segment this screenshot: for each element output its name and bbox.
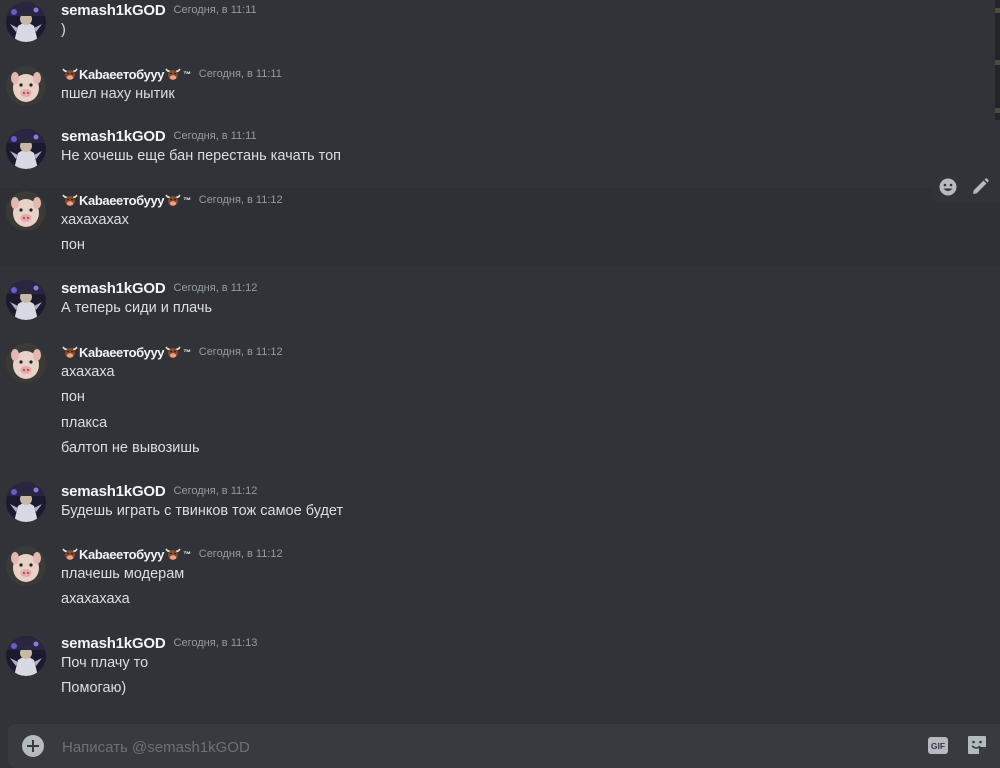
username[interactable]: semash1kGOD — [61, 280, 166, 297]
bull-face-icon — [62, 548, 78, 560]
avatar-image — [6, 343, 46, 383]
username-text: Kabaeeтобуyy — [79, 192, 165, 208]
message-text: плакса — [61, 414, 108, 431]
message-header: Kabaeeтобуyy ™ Сегодня, в 11:12 — [61, 544, 283, 564]
message-group: Kabaeeтобуyy ™ Сегодня, в 11:11 пшел наху … — [0, 63, 1000, 116]
message-text: плачешь модерам — [61, 566, 185, 582]
message-text: Будешь играть с твинков тож самое будет — [61, 503, 344, 519]
avatar-image — [6, 191, 46, 231]
message-text: ахахахаха — [61, 591, 130, 608]
message-header: Kabaeeтобуyy ™ Сегодня, в 11:12 — [61, 190, 283, 210]
trademark-symbol: ™ — [183, 347, 191, 357]
sticker-icon[interactable] — [966, 734, 988, 756]
trademark-symbol: ™ — [183, 195, 191, 205]
avatar[interactable] — [6, 343, 46, 383]
avatar-image — [6, 482, 46, 522]
message-composer: GIF — [8, 724, 1000, 768]
message-group: Kabaeeтобуyy ™ Сегодня, в 11:12 хахахахах п… — [0, 188, 1000, 267]
trademark-symbol: ™ — [183, 549, 191, 559]
message-header: semash1kGOD Сегодня, в 11:11 — [61, 126, 257, 146]
timestamp[interactable]: Сегодня, в 11:12 — [174, 282, 258, 294]
username[interactable]: Kabaeeтобуyy ™ — [61, 345, 191, 360]
bull-face-icon — [62, 68, 78, 80]
message-group: Kabaeeтобуyy ™ Сегодня, в 11:12 ахахаха пон… — [0, 341, 1000, 470]
message-text: ) — [61, 22, 66, 38]
message-text: пшел наху нытик — [61, 86, 175, 102]
avatar-image — [6, 636, 46, 676]
username[interactable]: semash1kGOD — [61, 128, 166, 145]
message-header: semash1kGOD Сегодня, в 11:12 — [61, 481, 257, 501]
timestamp[interactable]: Сегодня, в 11:11 — [199, 68, 282, 80]
message-header: semash1kGOD Сегодня, в 11:11 — [61, 0, 257, 20]
bull-face-icon — [165, 194, 181, 206]
bull-face-icon — [165, 68, 181, 80]
username[interactable]: semash1kGOD — [61, 2, 166, 19]
bull-face-icon — [62, 346, 78, 358]
bull-face-icon — [62, 194, 78, 206]
username[interactable]: semash1kGOD — [61, 635, 166, 652]
bull-face-icon — [165, 548, 181, 560]
gif-button[interactable]: GIF — [928, 737, 948, 754]
message-header: semash1kGOD Сегодня, в 11:13 — [61, 633, 257, 653]
message-group: semash1kGOD Сегодня, в 11:11 Не хочешь еще… — [0, 126, 1000, 179]
avatar[interactable] — [6, 66, 46, 106]
username[interactable]: Kabaeeтобуyy ™ — [61, 67, 191, 82]
username[interactable]: semash1kGOD — [61, 483, 166, 500]
message-group: semash1kGOD Сегодня, в 11:13 Поч плачу то П… — [0, 632, 1000, 711]
chat-window: semash1kGOD Сегодня, в 11:11) Kabaeeтобуy… — [0, 0, 1000, 768]
avatar[interactable] — [6, 280, 46, 320]
avatar[interactable] — [6, 191, 46, 231]
message-group: semash1kGOD Сегодня, в 11:12 А теперь сиди… — [0, 278, 1000, 331]
avatar[interactable] — [6, 482, 46, 522]
timestamp[interactable]: Сегодня, в 11:12 — [199, 346, 283, 358]
emoji-icon — [939, 178, 957, 196]
message-text: Поч плачу то — [61, 655, 149, 671]
message-header: Kabaeeтобуyy ™ Сегодня, в 11:11 — [61, 64, 282, 84]
pencil-icon — [973, 178, 989, 194]
avatar-image — [6, 66, 46, 106]
timestamp[interactable]: Сегодня, в 11:12 — [199, 548, 283, 560]
bull-face-icon — [165, 346, 181, 358]
timestamp[interactable]: Сегодня, в 11:12 — [174, 485, 258, 497]
trademark-symbol: ™ — [183, 69, 191, 79]
avatar-image — [6, 2, 46, 42]
message-text: А теперь сиди и плачь — [61, 300, 213, 316]
username-text: Kabaeeтобуyy — [79, 344, 165, 360]
scrollbar-edge — [995, 0, 1000, 120]
avatar[interactable] — [6, 2, 46, 42]
avatar[interactable] — [6, 129, 46, 169]
message-text: пон — [61, 389, 85, 406]
edit-message-button[interactable] — [964, 172, 996, 202]
timestamp[interactable]: Сегодня, в 11:11 — [174, 4, 257, 16]
message-group: semash1kGOD Сегодня, в 11:11) — [0, 0, 1000, 53]
avatar-image — [6, 129, 46, 169]
message-hover-toolbar — [932, 172, 1000, 202]
username[interactable]: Kabaeeтобуyy ™ — [61, 547, 191, 562]
timestamp[interactable]: Сегодня, в 11:13 — [174, 637, 258, 649]
avatar[interactable] — [6, 546, 46, 586]
username-text: Kabaeeтобуyy — [79, 546, 165, 562]
message-header: Kabaeeтобуyy ™ Сегодня, в 11:12 — [61, 342, 283, 362]
message-text: Помогаю) — [61, 680, 127, 697]
message-text: пон — [61, 237, 85, 254]
message-group: semash1kGOD Сегодня, в 11:12 Будешь играть… — [0, 480, 1000, 533]
username[interactable]: Kabaeeтобуyy ™ — [61, 193, 191, 208]
plus-icon — [27, 740, 39, 752]
message-text: хахахахах — [61, 212, 129, 228]
message-input[interactable] — [60, 735, 904, 759]
add-reaction-button[interactable] — [932, 172, 964, 202]
attach-button[interactable] — [22, 735, 44, 757]
message-group: Kabaeeтобуyy ™ Сегодня, в 11:12 плачешь мо… — [0, 543, 1000, 622]
timestamp[interactable]: Сегодня, в 11:12 — [199, 194, 283, 206]
username-text: Kabaeeтобуyy — [79, 66, 165, 82]
avatar-image — [6, 546, 46, 586]
message-header: semash1kGOD Сегодня, в 11:12 — [61, 278, 257, 298]
avatar[interactable] — [6, 636, 46, 676]
message-text: балтоп не вывозишь — [61, 439, 200, 456]
message-text: Не хочешь еще бан перестань качать топ — [61, 148, 341, 164]
avatar-image — [6, 280, 46, 320]
timestamp[interactable]: Сегодня, в 11:11 — [174, 130, 257, 142]
message-text: ахахаха — [61, 364, 115, 380]
